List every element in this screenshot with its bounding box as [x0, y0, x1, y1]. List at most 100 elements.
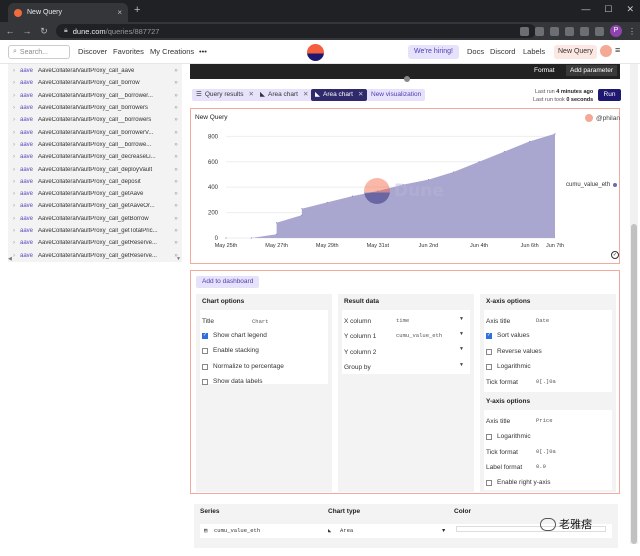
extension-fox-icon[interactable]: [565, 26, 574, 36]
star-icon[interactable]: [550, 26, 559, 36]
chevron-right-icon[interactable]: »: [170, 130, 182, 136]
forward-icon[interactable]: →: [20, 26, 34, 36]
data-point[interactable]: [225, 237, 227, 239]
close-window-icon[interactable]: ✕: [626, 4, 634, 15]
list-item[interactable]: › aave AaveCollateralVaultProxy_call_getBo…: [8, 213, 182, 225]
list-item[interactable]: › aave AaveCollateralVaultProxy_call_decre…: [8, 151, 182, 163]
minimize-icon[interactable]: —: [581, 4, 590, 15]
add-to-dashboard-button[interactable]: Add to dashboard: [196, 276, 260, 288]
close-icon[interactable]: ✕: [303, 89, 308, 101]
sidepanel-icon[interactable]: [595, 26, 604, 36]
data-point[interactable]: [250, 237, 252, 239]
new-tab-button[interactable]: +: [134, 4, 140, 16]
tab-new-visualization[interactable]: New visualization: [367, 89, 426, 101]
list-item[interactable]: › aave AaveCollateralVaultProxy_call_borro…: [8, 77, 182, 89]
list-item[interactable]: › aave AaveCollateralVaultProxy_call__borr…: [8, 90, 182, 102]
tab-query-results[interactable]: ☰ Query results ✕: [192, 89, 258, 101]
browser-tab[interactable]: New Query ×: [8, 3, 128, 22]
chevron-right-icon[interactable]: »: [170, 228, 182, 234]
list-item[interactable]: › aave AaveCollateralVaultProxy_call_getAa…: [8, 200, 182, 212]
nav-docs[interactable]: Docs: [467, 47, 484, 56]
new-query-button[interactable]: New Query: [554, 45, 598, 59]
chevron-right-icon[interactable]: ›: [8, 154, 20, 160]
list-item[interactable]: › aave AaveCollateralVaultProxy_call_deplo…: [8, 163, 182, 175]
x-log-checkbox[interactable]: Logarithmic: [486, 363, 531, 370]
x-tick-format-field[interactable]: 0[.]0a: [536, 378, 556, 385]
list-item[interactable]: › aave AaveCollateralVaultProxy_call_depos…: [8, 176, 182, 188]
chevron-right-icon[interactable]: »: [170, 93, 182, 99]
y-tick-format-field[interactable]: 0[.]0a: [536, 448, 556, 455]
chevron-right-icon[interactable]: ›: [8, 240, 20, 246]
y-axis-title-field[interactable]: Price: [536, 417, 553, 424]
data-point[interactable]: [276, 222, 278, 224]
chevron-right-icon[interactable]: ›: [8, 80, 20, 86]
x-column-select[interactable]: time: [396, 317, 409, 324]
tab-area-chart-2[interactable]: ◣ Area chart ✕: [311, 89, 368, 101]
search-input[interactable]: ⌕ Search...: [8, 45, 70, 59]
chevron-right-icon[interactable]: ›: [8, 117, 20, 123]
drag-handle-icon[interactable]: ▤: [204, 527, 207, 534]
show-legend-checkbox[interactable]: Show chart legend: [202, 332, 267, 339]
y-column-1-select[interactable]: cumu_value_eth: [396, 332, 442, 339]
sort-values-checkbox[interactable]: Sort values: [486, 332, 530, 339]
hiring-button[interactable]: We're hiring!: [408, 45, 459, 59]
normalize-checkbox[interactable]: Normalize to percentage: [202, 363, 284, 370]
scroll-down-icon[interactable]: ▼: [176, 256, 181, 262]
chevron-down-icon[interactable]: ▼: [459, 331, 464, 337]
y-log-checkbox[interactable]: Logarithmic: [486, 433, 531, 440]
chevron-down-icon[interactable]: ▼: [459, 316, 464, 322]
more-menu-icon[interactable]: •••: [199, 47, 207, 56]
maximize-icon[interactable]: ☐: [604, 4, 612, 15]
reload-icon[interactable]: ↻: [37, 26, 51, 37]
list-item[interactable]: › aave AaveCollateralVaultProxy_call_getRe…: [8, 250, 182, 262]
chevron-right-icon[interactable]: ›: [8, 142, 20, 148]
nav-discover[interactable]: Discover: [78, 47, 107, 56]
list-item[interactable]: › aave AaveCollateralVaultProxy_call_borro…: [8, 102, 182, 114]
chevron-right-icon[interactable]: »: [170, 240, 182, 246]
chevron-right-icon[interactable]: »: [170, 117, 182, 123]
close-tab-icon[interactable]: ×: [117, 8, 122, 17]
chevron-right-icon[interactable]: ›: [8, 167, 20, 173]
chevron-right-icon[interactable]: ›: [8, 216, 20, 222]
chevron-down-icon[interactable]: ▼: [459, 346, 464, 352]
chevron-right-icon[interactable]: ›: [8, 191, 20, 197]
chevron-right-icon[interactable]: »: [170, 167, 182, 173]
data-point[interactable]: [326, 201, 328, 204]
chevron-right-icon[interactable]: ›: [8, 130, 20, 136]
data-point[interactable]: [503, 151, 505, 153]
data-point[interactable]: [453, 171, 455, 173]
chevron-right-icon[interactable]: ›: [8, 105, 20, 111]
chevron-right-icon[interactable]: »: [170, 142, 182, 148]
list-item[interactable]: › aave AaveCollateralVaultProxy_call_getTo…: [8, 225, 182, 237]
chart-legend[interactable]: cumu_value_eth: [566, 182, 618, 188]
check-circle-icon[interactable]: ✓: [611, 251, 619, 259]
nav-discord[interactable]: Discord: [490, 47, 515, 56]
chevron-right-icon[interactable]: ›: [8, 68, 20, 74]
chevron-right-icon[interactable]: ›: [8, 179, 20, 185]
chart-title-field[interactable]: Chart: [252, 318, 269, 325]
scrollbar-thumb[interactable]: [631, 224, 637, 544]
data-point[interactable]: [529, 140, 531, 143]
chart-type-select[interactable]: Area: [340, 527, 353, 534]
scroll-left-icon[interactable]: ◀: [8, 256, 12, 262]
nav-my-creations[interactable]: My Creations: [150, 47, 194, 56]
data-point[interactable]: [301, 214, 303, 216]
user-avatar[interactable]: [600, 45, 612, 57]
chevron-right-icon[interactable]: ›: [8, 203, 20, 209]
list-item[interactable]: › aave AaveCollateralVaultProxy_call_getRe…: [8, 237, 182, 249]
key-icon[interactable]: [520, 26, 529, 36]
data-point[interactable]: [478, 161, 480, 163]
run-button[interactable]: Run: [598, 89, 621, 101]
page-scrollbar[interactable]: [630, 64, 638, 544]
data-point[interactable]: [276, 233, 278, 235]
chevron-right-icon[interactable]: »: [170, 216, 182, 222]
puzzle-icon[interactable]: [580, 26, 589, 36]
url-field[interactable]: 🔒︎ dune.com/queries/887727: [56, 24, 536, 38]
chevron-right-icon[interactable]: »: [170, 203, 182, 209]
nav-labels[interactable]: Labels: [523, 47, 545, 56]
chevron-right-icon[interactable]: »: [170, 105, 182, 111]
x-axis-title-field[interactable]: Date: [536, 317, 549, 324]
back-icon[interactable]: ←: [3, 26, 17, 36]
label-format-field[interactable]: 0.0: [536, 463, 546, 470]
list-item[interactable]: › aave AaveCollateralVaultProxy_call__borr…: [8, 114, 182, 126]
